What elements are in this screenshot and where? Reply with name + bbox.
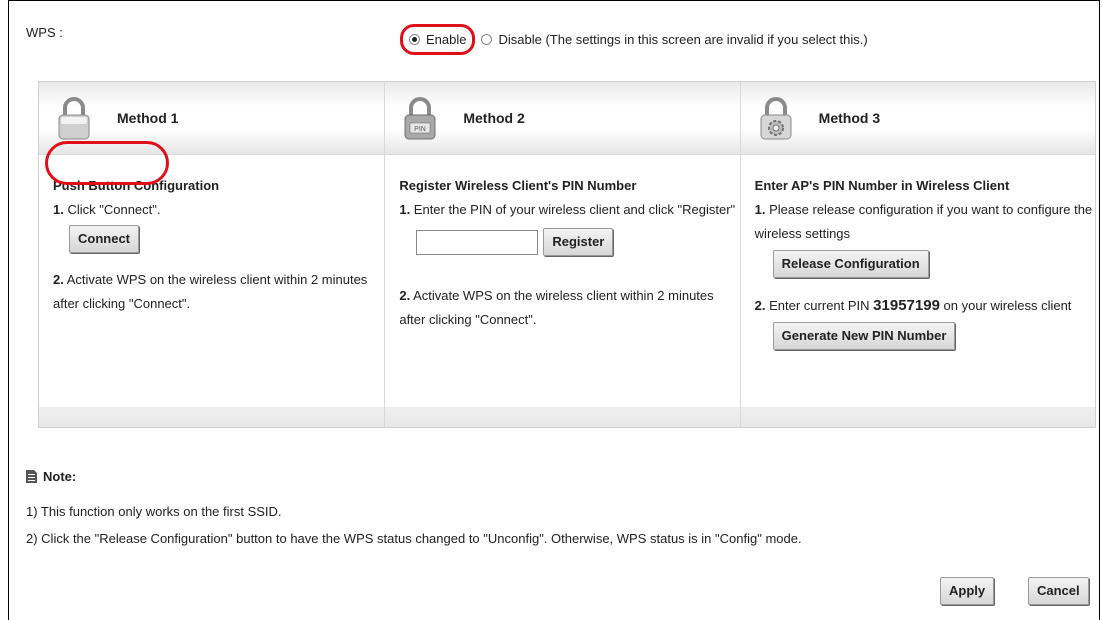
method-3-heading: Enter AP's PIN Number in Wireless Client: [754, 178, 1010, 193]
pin-lock-icon: PIN: [404, 97, 436, 140]
method-2-body: Register Wireless Client's PIN Number 1.…: [385, 156, 740, 407]
connect-button[interactable]: Connect: [69, 225, 139, 253]
wps-label: WPS :: [26, 25, 63, 40]
connect-highlight: [45, 141, 169, 185]
method-3-body: Enter AP's PIN Number in Wireless Client…: [740, 156, 1095, 407]
note-icon: [26, 470, 37, 483]
method-1-step1: 1. Click "Connect".: [53, 202, 161, 217]
method-2-title: Method 2: [463, 110, 525, 126]
client-pin-input[interactable]: [416, 229, 539, 255]
lock-icon: [58, 97, 90, 140]
method-3-step2: 2. Enter current PIN 31957199 on your wi…: [754, 297, 1072, 314]
method-2-heading: Register Wireless Client's PIN Number: [399, 178, 637, 193]
note-heading: Note:: [26, 469, 76, 484]
method-3: Method 3 Enter AP's PIN Number in Wirele…: [740, 82, 1095, 427]
wps-radio-group: Enable Disable (The settings in this scr…: [400, 24, 868, 55]
disable-label: Disable (The settings in this screen are…: [498, 32, 868, 47]
disable-radio[interactable]: [481, 34, 493, 45]
note-body: 1) This function only works on the first…: [26, 498, 802, 552]
method-1: Method 1 Push Button Configuration 1. Cl…: [39, 82, 386, 427]
apply-button[interactable]: Apply: [940, 577, 995, 605]
disable-option[interactable]: Disable (The settings in this screen are…: [481, 32, 868, 47]
current-pin: 31957199: [873, 297, 940, 314]
method-2-step1: 1. Enter the PIN of your wireless client…: [399, 202, 736, 217]
cancel-button[interactable]: Cancel: [1028, 577, 1089, 605]
register-button[interactable]: Register: [543, 228, 614, 256]
method-3-step1: 1. Please release configuration if you w…: [754, 202, 1093, 241]
enable-label: Enable: [426, 32, 467, 47]
svg-text:PIN: PIN: [415, 126, 427, 133]
gear-lock-icon: [760, 97, 792, 140]
note-title: Note:: [43, 469, 77, 484]
generate-pin-button[interactable]: Generate New PIN Number: [772, 322, 956, 350]
note-line: 2) Click the "Release Configuration" but…: [26, 531, 802, 546]
method-3-header: Method 3: [740, 82, 1095, 155]
method-1-title: Method 1: [117, 110, 179, 126]
note-line: 1) This function only works on the first…: [26, 504, 282, 519]
method-1-body: Push Button Configuration 1. Click "Conn…: [39, 156, 385, 407]
method-2-header: PIN Method 2: [385, 82, 740, 155]
enable-radio[interactable]: [409, 34, 420, 45]
method-1-step2: 2. Activate WPS on the wireless client w…: [53, 272, 368, 311]
enable-option-highlight[interactable]: Enable: [400, 24, 476, 55]
methods-panel: Method 1 Push Button Configuration 1. Cl…: [38, 81, 1096, 428]
method-2-step2: 2. Activate WPS on the wireless client w…: [399, 288, 714, 327]
method-3-title: Method 3: [818, 110, 881, 126]
method-2: PIN Method 2 Register Wireless Client's …: [385, 82, 741, 427]
release-configuration-button[interactable]: Release Configuration: [772, 250, 929, 278]
